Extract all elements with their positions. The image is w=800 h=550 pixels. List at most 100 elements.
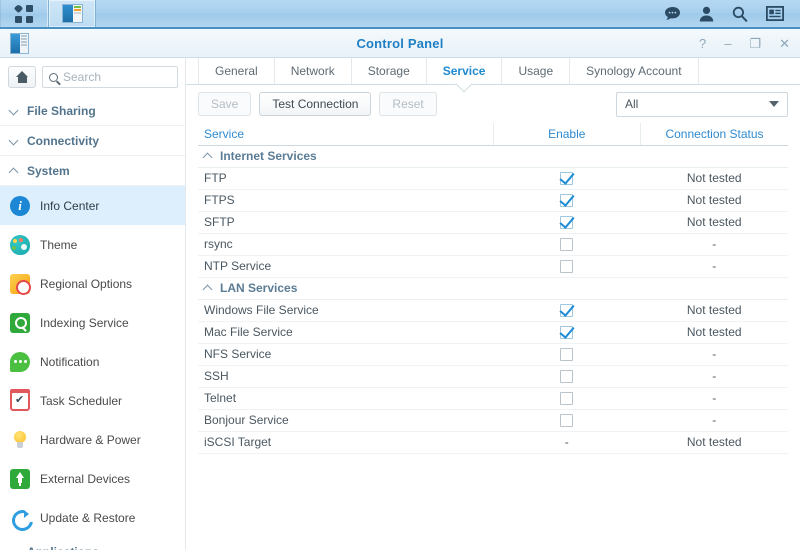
sidebar-item-task-scheduler[interactable]: Task Scheduler — [0, 381, 185, 420]
tab-storage[interactable]: Storage — [352, 58, 427, 84]
table-row: NTP Service - — [198, 255, 788, 278]
enable-checkbox[interactable] — [560, 326, 574, 340]
service-filter-dropdown[interactable]: All — [616, 91, 788, 117]
service-name: FTP — [198, 167, 493, 190]
group-label: LAN Services — [220, 280, 298, 295]
minimize-icon[interactable]: – — [724, 37, 731, 50]
column-header-status[interactable]: Connection Status — [640, 123, 788, 146]
home-icon — [15, 71, 29, 83]
table-row: Mac File Service Not tested — [198, 321, 788, 344]
sidebar-item-label: Update & Restore — [40, 510, 136, 525]
tab-general[interactable]: General — [198, 58, 275, 84]
sidebar-nav: File Sharing Connectivity System i Info … — [0, 96, 185, 550]
user-account-icon[interactable] — [699, 6, 714, 22]
taskbar-item-control-panel[interactable] — [48, 0, 96, 27]
enable-checkbox[interactable] — [560, 348, 574, 362]
service-name: FTPS — [198, 189, 493, 212]
sidebar-group-system[interactable]: System — [0, 156, 185, 186]
table-row: Bonjour Service - — [198, 409, 788, 432]
enable-checkbox[interactable] — [560, 238, 574, 252]
palette-icon — [10, 234, 30, 255]
action-toolbar: Save Test Connection Reset All — [186, 85, 800, 123]
sidebar-item-update-restore[interactable]: Update & Restore — [0, 498, 185, 537]
save-button[interactable]: Save — [198, 92, 252, 116]
sidebar-group-label: System — [27, 163, 70, 178]
sidebar-item-label: Hardware & Power — [40, 432, 141, 447]
enable-checkbox[interactable] — [560, 194, 574, 208]
connection-status: Not tested — [640, 211, 788, 234]
search-icon — [49, 72, 58, 82]
desktop: Control Panel ? – ❐ ✕ Search File Sharin… — [0, 0, 800, 550]
service-table: Service Enable Connection Status Interne… — [198, 123, 788, 454]
table-row: Telnet - — [198, 387, 788, 410]
table-group-lan-services[interactable]: LAN Services — [198, 277, 788, 300]
table-row: FTP Not tested — [198, 167, 788, 190]
control-panel-window: Control Panel ? – ❐ ✕ Search File Sharin… — [0, 29, 800, 550]
notification-chat-icon[interactable] — [664, 6, 681, 22]
connection-status: - — [640, 343, 788, 366]
lightbulb-icon — [10, 430, 30, 450]
enable-checkbox[interactable] — [560, 216, 574, 230]
enable-checkbox[interactable] — [560, 392, 574, 406]
help-icon[interactable]: ? — [699, 37, 706, 50]
service-name: Mac File Service — [198, 321, 493, 344]
sidebar-item-indexing-service[interactable]: Indexing Service — [0, 303, 185, 342]
service-name: iSCSI Target — [198, 431, 493, 454]
sidebar-item-label: External Devices — [40, 471, 131, 486]
service-table-container: Service Enable Connection Status Interne… — [186, 123, 800, 550]
sidebar-group-label: File Sharing — [27, 103, 96, 118]
grid-menu-icon — [13, 3, 33, 23]
group-label: Internet Services — [220, 148, 317, 163]
sidebar-item-notification[interactable]: Notification — [0, 342, 185, 381]
sidebar-item-info-center[interactable]: i Info Center — [0, 186, 185, 225]
enable-placeholder: - — [493, 431, 641, 454]
main-menu-button[interactable] — [0, 0, 48, 27]
chevron-up-icon — [204, 283, 213, 292]
connection-status: - — [640, 409, 788, 432]
enable-checkbox[interactable] — [560, 370, 574, 384]
search-input[interactable] — [63, 70, 171, 84]
service-name: NTP Service — [198, 255, 493, 278]
close-icon[interactable]: ✕ — [779, 37, 790, 50]
sidebar-item-theme[interactable]: Theme — [0, 225, 185, 264]
sidebar-group-connectivity[interactable]: Connectivity — [0, 126, 185, 156]
table-header-row: Service Enable Connection Status — [198, 123, 788, 146]
enable-checkbox[interactable] — [560, 260, 574, 274]
window-titlebar: Control Panel ? – ❐ ✕ — [0, 29, 800, 58]
sidebar-item-label: Info Center — [40, 198, 100, 213]
table-row: Windows File Service Not tested — [198, 299, 788, 322]
enable-checkbox[interactable] — [560, 172, 574, 186]
sidebar-item-regional-options[interactable]: Regional Options — [0, 264, 185, 303]
sidebar-item-external-devices[interactable]: External Devices — [0, 459, 185, 498]
widgets-panel-icon[interactable] — [766, 6, 784, 21]
maximize-icon[interactable]: ❐ — [749, 37, 761, 50]
sidebar-item-label: Notification — [40, 354, 100, 369]
test-connection-button[interactable]: Test Connection — [259, 92, 372, 116]
window-controls: ? – ❐ ✕ — [699, 37, 790, 50]
connection-status: - — [640, 233, 788, 256]
connection-status: Not tested — [640, 189, 788, 212]
table-group-internet-services[interactable]: Internet Services — [198, 145, 788, 168]
connection-status: - — [640, 255, 788, 278]
sidebar-group-applications[interactable]: Applications — [0, 537, 185, 550]
calendar-clock-icon — [10, 273, 31, 295]
sidebar-group-label: Applications — [27, 545, 99, 550]
main-pane: General Network Storage Service Usage Sy… — [186, 58, 800, 550]
tab-synology-account[interactable]: Synology Account — [570, 58, 699, 84]
tab-usage[interactable]: Usage — [502, 58, 571, 84]
connection-status: Not tested — [640, 167, 788, 190]
column-header-enable[interactable]: Enable — [493, 123, 641, 146]
sidebar-group-label: Connectivity — [27, 133, 100, 148]
enable-checkbox[interactable] — [560, 304, 574, 318]
window-body: File Sharing Connectivity System i Info … — [0, 58, 800, 550]
home-button[interactable] — [8, 66, 36, 88]
sidebar-item-hardware-power[interactable]: Hardware & Power — [0, 420, 185, 459]
tab-network[interactable]: Network — [275, 58, 352, 84]
reset-button[interactable]: Reset — [379, 92, 437, 116]
tab-service[interactable]: Service — [427, 58, 503, 84]
column-header-service[interactable]: Service — [198, 123, 494, 146]
search-icon[interactable] — [732, 6, 748, 22]
enable-checkbox[interactable] — [560, 414, 574, 428]
search-box[interactable] — [42, 66, 178, 88]
sidebar-group-file-sharing[interactable]: File Sharing — [0, 96, 185, 126]
